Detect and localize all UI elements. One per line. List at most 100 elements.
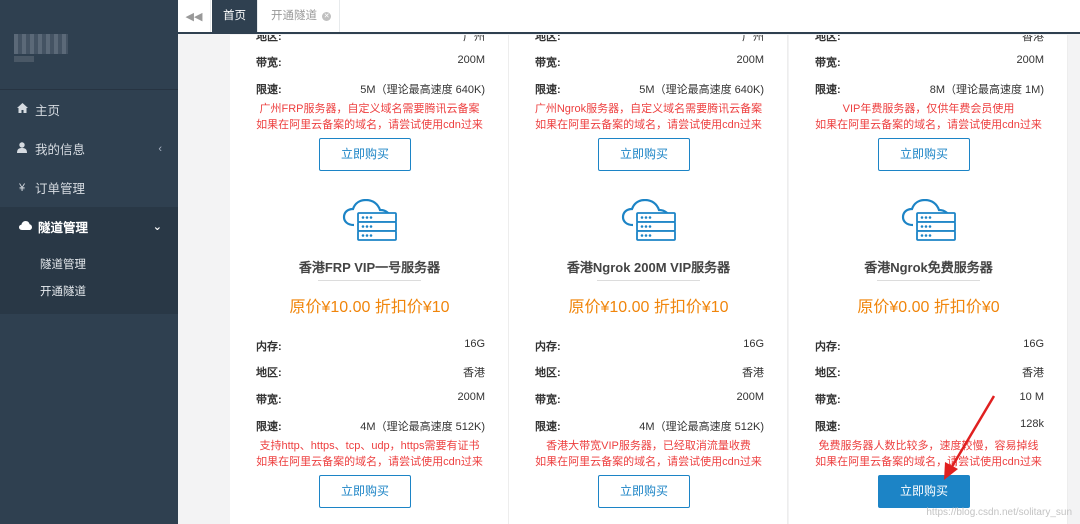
sidebar-item-home[interactable]: 主页 — [0, 90, 178, 129]
speed-value: 5M（理论最高速度 640K) — [639, 84, 764, 96]
memory-value: 16G — [743, 338, 764, 350]
bandwidth-value: 200M — [457, 54, 485, 66]
memory-row: 内存: 16G — [256, 335, 485, 355]
server-note: 广州FRP服务器，自定义域名需要腾讯云备案 — [259, 103, 480, 115]
server-note-cdn: 如果在阿里云备案的域名，请尝试使用cdn过来 — [535, 456, 762, 468]
tab-bar: ◀◀ 首页 开通隧道 ✕ — [178, 0, 1080, 34]
speed-row: 限速: 5M（理论最高速度 640K) — [535, 78, 764, 98]
bandwidth-value: 10 M — [1019, 391, 1044, 403]
bandwidth-row: 带宽: 200M — [815, 51, 1044, 71]
speed-row: 限速: 128k — [815, 415, 1044, 435]
speed-row: 限速: 8M（理论最高速度 1M) — [815, 78, 1044, 98]
server-card: 香港FRP VIP一号服务器 原价¥10.00 折扣价¥10 内存: 16G 地区… — [230, 187, 509, 524]
scroll-left-button[interactable]: ◀◀ — [178, 0, 211, 32]
cloud-icon — [18, 220, 32, 233]
divider — [318, 280, 421, 281]
cloud-server-icon — [342, 199, 397, 241]
chevron-down-icon: ⌄ — [152, 221, 162, 233]
speed-row: 限速: 5M（理论最高速度 640K) — [256, 78, 485, 98]
region-label: 地区: — [535, 35, 561, 43]
region-row: 地区: 香港 — [815, 35, 1044, 45]
close-tab-icon[interactable]: ✕ — [322, 12, 332, 21]
sidebar-item-my-info[interactable]: 我的信息 ‹ — [0, 129, 178, 168]
region-row: 地区: 广州 — [535, 35, 764, 45]
server-note: 支持http、https、tcp、udp，https需要有证书 — [259, 440, 480, 452]
buy-now-button[interactable]: 立即购买 — [319, 475, 411, 508]
bandwidth-value: 200M — [736, 391, 764, 403]
tab-home[interactable]: 首页 — [212, 0, 258, 32]
speed-value: 4M（理论最高速度 512K) — [360, 421, 485, 433]
region-label: 地区: — [535, 367, 561, 379]
divider — [877, 280, 980, 281]
chevron-left-icon: ‹ — [158, 142, 162, 155]
speed-row: 限速: 4M（理论最高速度 512K) — [535, 415, 764, 435]
tab-open-tunnel[interactable]: 开通隧道 ✕ — [258, 0, 340, 32]
speed-row: 限速: 4M（理论最高速度 512K) — [256, 415, 485, 435]
home-icon — [15, 103, 29, 116]
bandwidth-value: 200M — [736, 54, 764, 66]
sidebar-item-label: 我的信息 — [35, 143, 86, 157]
bandwidth-label: 带宽: — [535, 57, 561, 69]
memory-row: 内存: 16G — [815, 335, 1044, 355]
bandwidth-row: 带宽: 200M — [535, 51, 764, 71]
speed-label: 限速: — [256, 84, 282, 96]
server-note-cdn: 如果在阿里云备案的域名，请尝试使用cdn过来 — [256, 456, 483, 468]
memory-value: 16G — [1023, 338, 1044, 350]
bandwidth-label: 带宽: — [815, 394, 841, 406]
region-row: 地区: 香港 — [535, 361, 764, 381]
speed-value: 128k — [1020, 418, 1044, 430]
server-card: 地区: 广州 带宽: 200M 限速: 5M（理论最高速度 640K) 广州FRP服务… — [230, 35, 509, 187]
blurred-username — [14, 34, 68, 54]
speed-value: 4M（理论最高速度 512K) — [639, 421, 764, 433]
yen-icon: ¥ — [18, 181, 26, 194]
buy-now-button[interactable]: 立即购买 — [598, 475, 690, 508]
speed-label: 限速: — [535, 84, 561, 96]
buy-now-button[interactable]: 立即购买 — [598, 138, 690, 171]
sidebar-item-tunnel-management[interactable]: 隧道管理 ⌄ — [0, 207, 178, 246]
server-card: 地区: 广州 带宽: 200M 限速: 5M（理论最高速度 640K) 广州Ngrok… — [509, 35, 788, 187]
server-card: 香港Ngrok免费服务器 原价¥0.00 折扣价¥0 内存: 16G 地区: 香港 … — [789, 187, 1068, 524]
server-title: 香港Ngrok 200M VIP服务器 — [566, 260, 731, 275]
region-row: 地区: 香港 — [256, 361, 485, 381]
bandwidth-row: 带宽: 200M — [256, 388, 485, 408]
main-content: 地区: 广州 带宽: 200M 限速: 5M（理论最高速度 640K) 广州FRP服务… — [178, 35, 1080, 524]
server-price: 原价¥10.00 折扣价¥10 — [568, 299, 729, 316]
region-row: 地区: 香港 — [815, 361, 1044, 381]
sidebar: 主页 我的信息 ‹ ¥ 订单管理 隧道管理 ⌄ 隧道管理 开通隧道 — [0, 0, 178, 524]
memory-label: 内存: — [256, 341, 282, 353]
speed-label: 限速: — [815, 421, 841, 433]
server-note: 广州Ngrok服务器，自定义域名需要腾讯云备案 — [534, 103, 763, 115]
bandwidth-label: 带宽: — [535, 394, 561, 406]
submenu-item-tunnel-management[interactable]: 隧道管理 — [0, 252, 178, 279]
region-label: 地区: — [815, 367, 841, 379]
memory-value: 16G — [464, 338, 485, 350]
region-value: 香港 — [742, 367, 764, 379]
server-note: 免费服务器人数比较多，速度较慢，容易掉线 — [818, 440, 1039, 452]
region-value: 广州 — [742, 35, 764, 43]
region-label: 地区: — [815, 35, 841, 43]
server-card: 香港Ngrok 200M VIP服务器 原价¥10.00 折扣价¥10 内存: 1… — [509, 187, 788, 524]
buy-now-button[interactable]: 立即购买 — [319, 138, 411, 171]
sidebar-item-label: 订单管理 — [35, 182, 86, 196]
server-note-cdn: 如果在阿里云备案的域名，请尝试使用cdn过来 — [815, 119, 1042, 131]
sidebar-item-orders[interactable]: ¥ 订单管理 — [0, 168, 178, 207]
region-label: 地区: — [256, 367, 282, 379]
buy-now-button[interactable]: 立即购买 — [878, 475, 970, 508]
region-value: 香港 — [463, 367, 485, 379]
cloud-server-icon — [621, 199, 676, 241]
speed-value: 5M（理论最高速度 640K) — [360, 84, 485, 96]
watermark: https://blog.csdn.net/solitary_sun — [926, 507, 1072, 518]
bandwidth-value: 200M — [1016, 54, 1044, 66]
submenu-item-open-tunnel[interactable]: 开通隧道 — [0, 279, 178, 306]
server-note-cdn: 如果在阿里云备案的域名，请尝试使用cdn过来 — [535, 119, 762, 131]
profile-area — [0, 0, 178, 90]
bandwidth-row: 带宽: 200M — [256, 51, 485, 71]
region-value: 广州 — [463, 35, 485, 43]
speed-label: 限速: — [256, 421, 282, 433]
buy-now-button[interactable]: 立即购买 — [878, 138, 970, 171]
server-price: 原价¥0.00 折扣价¥0 — [857, 299, 1000, 316]
bandwidth-label: 带宽: — [256, 394, 282, 406]
memory-row: 内存: 16G — [535, 335, 764, 355]
submenu-tunnel: 隧道管理 开通隧道 — [0, 246, 178, 314]
server-price: 原价¥10.00 折扣价¥10 — [289, 299, 450, 316]
